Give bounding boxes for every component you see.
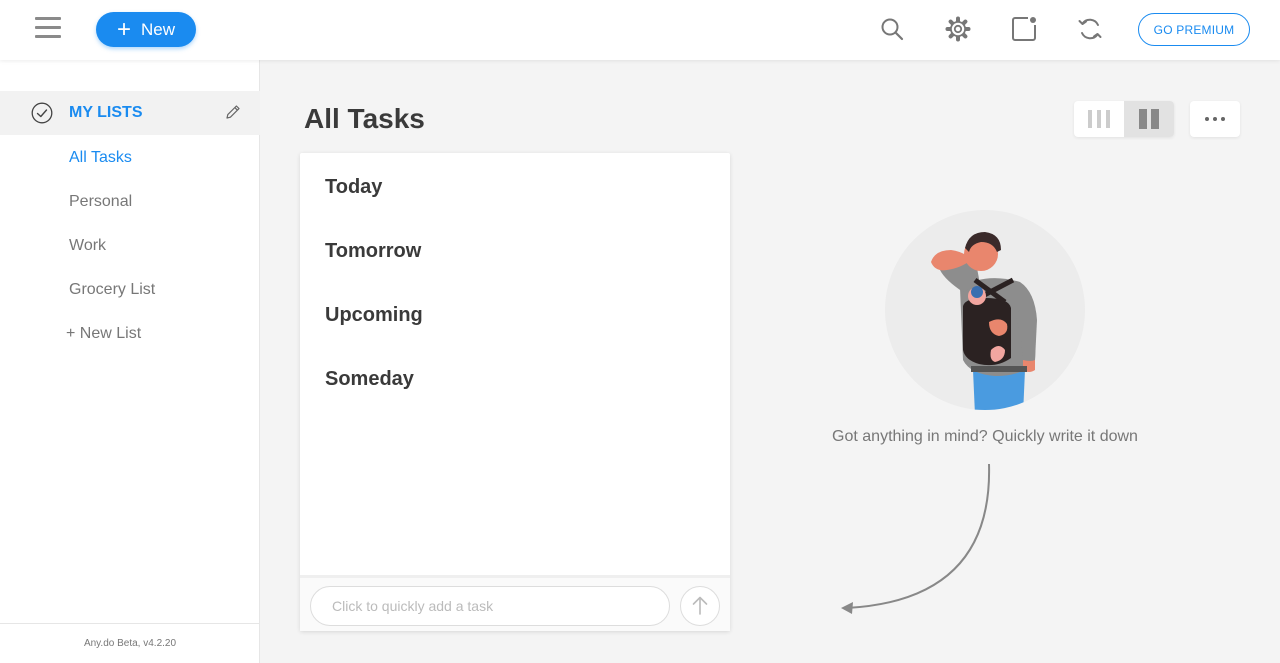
sidebar-item-work[interactable]: Work bbox=[69, 237, 106, 255]
sidebar-item-grocery-list[interactable]: Grocery List bbox=[69, 281, 155, 299]
empty-state-hint: Got anything in mind? Quickly write it d… bbox=[832, 428, 1138, 445]
new-button[interactable]: + New bbox=[96, 12, 196, 47]
two-columns-icon bbox=[1139, 109, 1159, 129]
sync-icon[interactable] bbox=[1076, 15, 1104, 43]
menu-icon[interactable] bbox=[35, 17, 61, 41]
go-premium-button[interactable]: GO PREMIUM bbox=[1138, 13, 1250, 46]
section-upcoming[interactable]: Upcoming bbox=[325, 304, 423, 327]
section-today[interactable]: Today bbox=[325, 176, 382, 199]
top-bar: + New GO PREMIUM bbox=[0, 0, 1280, 60]
arrow-up-icon bbox=[692, 596, 708, 615]
gear-icon[interactable] bbox=[944, 15, 972, 43]
sidebar-item-personal[interactable]: Personal bbox=[69, 193, 132, 211]
more-dot-icon bbox=[1213, 117, 1217, 121]
column-view-button[interactable] bbox=[1074, 101, 1124, 137]
view-toggle bbox=[1074, 101, 1174, 137]
curved-arrow-icon bbox=[841, 463, 991, 614]
section-tomorrow[interactable]: Tomorrow bbox=[325, 240, 421, 263]
sidebar-item-all-tasks[interactable]: All Tasks bbox=[69, 149, 132, 167]
more-options-button[interactable] bbox=[1190, 101, 1240, 137]
quick-add-input[interactable] bbox=[310, 586, 670, 626]
page-title: All Tasks bbox=[304, 103, 425, 134]
my-lists-header[interactable]: MY LISTS bbox=[0, 91, 260, 135]
section-someday[interactable]: Someday bbox=[325, 368, 414, 391]
list-view-button[interactable] bbox=[1124, 101, 1174, 137]
new-button-label: New bbox=[141, 19, 176, 39]
illustration-person-with-baby bbox=[885, 210, 1085, 410]
sidebar: MY LISTS All Tasks Personal Work Grocery… bbox=[0, 60, 260, 663]
search-icon[interactable] bbox=[878, 15, 906, 43]
submit-task-button[interactable] bbox=[680, 586, 720, 626]
task-card: Today Tomorrow Upcoming Someday bbox=[300, 153, 730, 631]
my-lists-label: MY LISTS bbox=[69, 104, 143, 121]
quick-add-bar bbox=[300, 575, 730, 631]
columns-icon bbox=[1088, 110, 1110, 128]
check-circle-icon bbox=[31, 102, 53, 124]
more-dot-icon bbox=[1205, 117, 1209, 121]
more-dot-icon bbox=[1221, 117, 1225, 121]
edit-icon[interactable] bbox=[224, 103, 242, 121]
notification-icon[interactable] bbox=[1010, 15, 1038, 43]
version-label: Any.do Beta, v4.2.20 bbox=[0, 623, 260, 663]
new-list-button[interactable]: + New List bbox=[66, 325, 141, 343]
plus-icon: + bbox=[116, 15, 131, 43]
